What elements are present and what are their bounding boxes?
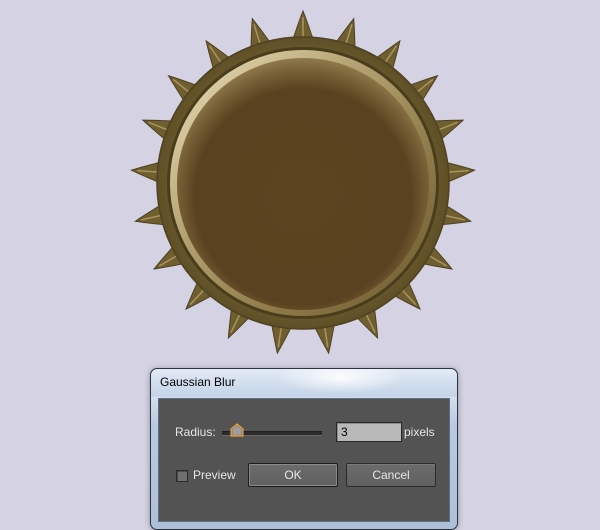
- cap-face: [177, 58, 429, 310]
- dialog-titlebar[interactable]: Gaussian Blur: [151, 369, 457, 397]
- preview-checkbox[interactable]: [176, 470, 188, 482]
- radius-label: Radius:: [175, 425, 216, 439]
- dialog-body: Radius: pixels Preview OK Cancel: [158, 398, 450, 522]
- gaussian-blur-dialog: Gaussian Blur Radius: pixels Preview OK …: [150, 368, 458, 530]
- slider-thumb-icon[interactable]: [230, 423, 244, 437]
- radius-unit-label: pixels: [404, 425, 435, 439]
- bottle-cap-artwork: [130, 9, 476, 355]
- radius-input[interactable]: [336, 422, 402, 442]
- dialog-title: Gaussian Blur: [160, 375, 236, 389]
- cancel-button[interactable]: Cancel: [346, 463, 436, 487]
- preview-label[interactable]: Preview: [193, 468, 236, 482]
- ok-button[interactable]: OK: [248, 463, 338, 487]
